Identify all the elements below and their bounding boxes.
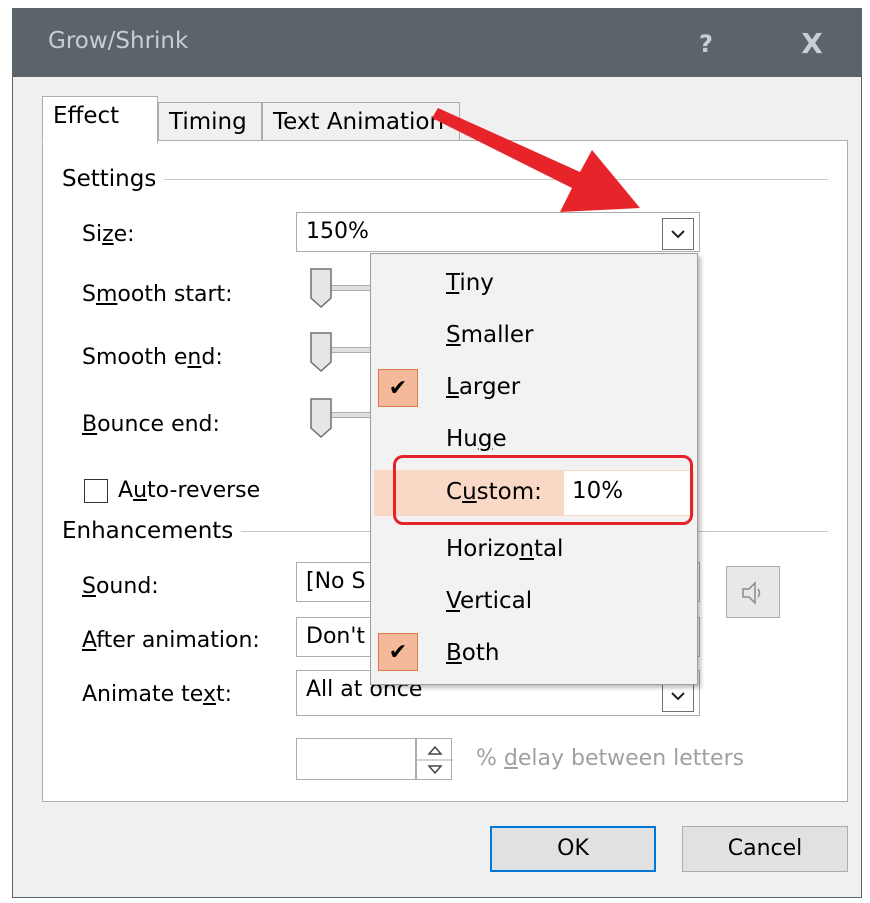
menu-item-larger[interactable]: Larger — [446, 374, 520, 400]
ok-button[interactable]: OK — [490, 826, 656, 872]
red-arrow-annotation — [432, 108, 640, 212]
tab-timing[interactable]: Timing — [158, 102, 262, 140]
menu-item-vertical[interactable]: Vertical — [446, 588, 532, 614]
smooth-end-label: Smooth end: — [82, 345, 223, 370]
menu-item-both[interactable]: Both — [446, 640, 499, 666]
menu-item-tiny[interactable]: Tiny — [446, 270, 494, 296]
size-label: Size: — [82, 222, 135, 247]
smooth-start-label: Smooth start: — [82, 282, 233, 307]
after-animation-value: Don't — [306, 624, 366, 649]
settings-group-label: Settings — [62, 166, 165, 192]
menu-item-horizontal[interactable]: Horizontal — [446, 536, 563, 562]
spinner-arrows-icon — [417, 745, 453, 775]
tab-effect[interactable]: Effect — [42, 96, 158, 144]
smooth-start-slider[interactable] — [310, 268, 332, 308]
bounce-end-label: Bounce end: — [82, 412, 220, 437]
smooth-end-slider[interactable] — [310, 332, 332, 372]
auto-reverse-label[interactable]: Auto-reverse — [118, 478, 260, 503]
larger-checkmark-icon: ✔ — [378, 369, 418, 407]
menu-item-huge[interactable]: Huge — [446, 426, 507, 452]
custom-highlight-annotation — [393, 455, 693, 525]
delay-between-letters-label: % delay between letters — [476, 746, 745, 771]
enhancements-group-label: Enhancements — [62, 518, 242, 544]
sound-value: [No S — [306, 569, 366, 594]
cancel-button[interactable]: Cancel — [682, 826, 848, 872]
help-button[interactable]: ? — [686, 26, 726, 62]
delay-spinner[interactable] — [416, 738, 453, 780]
delay-input[interactable] — [296, 738, 416, 780]
menu-item-smaller[interactable]: Smaller — [446, 322, 534, 348]
animate-text-label: Animate text: — [82, 682, 233, 707]
sound-label: Sound: — [82, 574, 159, 599]
dialog-title: Grow/Shrink — [48, 28, 189, 54]
after-animation-label: After animation: — [82, 628, 260, 653]
sound-volume-button[interactable] — [726, 566, 780, 618]
bounce-end-slider[interactable] — [310, 398, 332, 438]
auto-reverse-checkbox[interactable] — [84, 479, 108, 503]
both-checkmark-icon: ✔ — [378, 633, 418, 671]
size-value: 150% — [306, 219, 369, 244]
close-button[interactable]: X — [792, 26, 832, 62]
speaker-icon — [742, 581, 761, 605]
